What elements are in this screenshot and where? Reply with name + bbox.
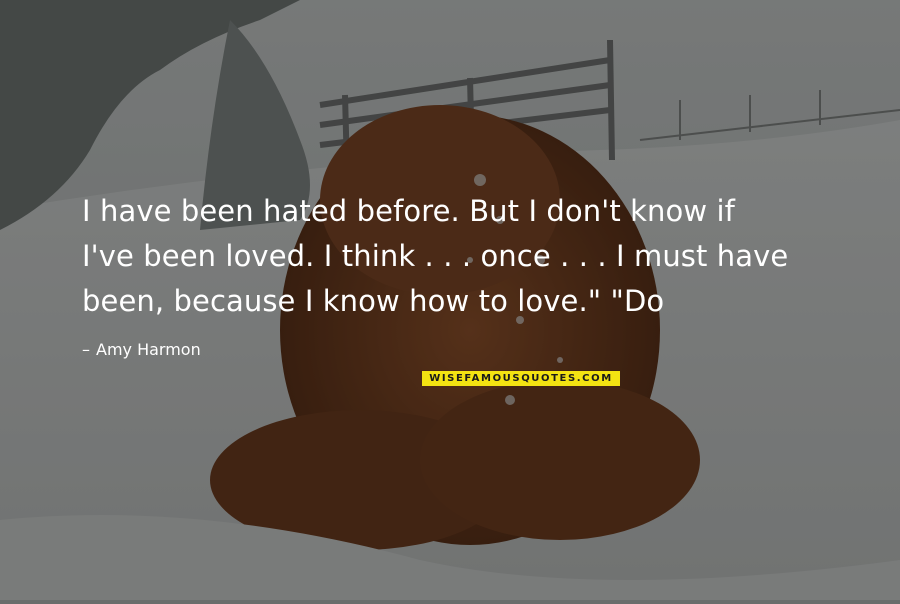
quote-line: I have been hated before. But I don't kn…	[82, 194, 735, 228]
quote-line: been, because I know how to love." "Do	[82, 284, 665, 318]
quote-text: I have been hated before. But I don't kn…	[82, 189, 862, 324]
quote-line: I've been loved. I think . . . once . . …	[82, 239, 789, 273]
logo-text: WISEFAMOUSQUOTES.COM	[429, 373, 613, 384]
wisefamousquotes-logo[interactable]: WISEFAMOUSQUOTES.COM	[422, 371, 620, 386]
quote-author[interactable]: – Amy Harmon	[82, 340, 201, 360]
author-dash: –	[82, 340, 90, 359]
author-name[interactable]: Amy Harmon	[96, 340, 201, 359]
